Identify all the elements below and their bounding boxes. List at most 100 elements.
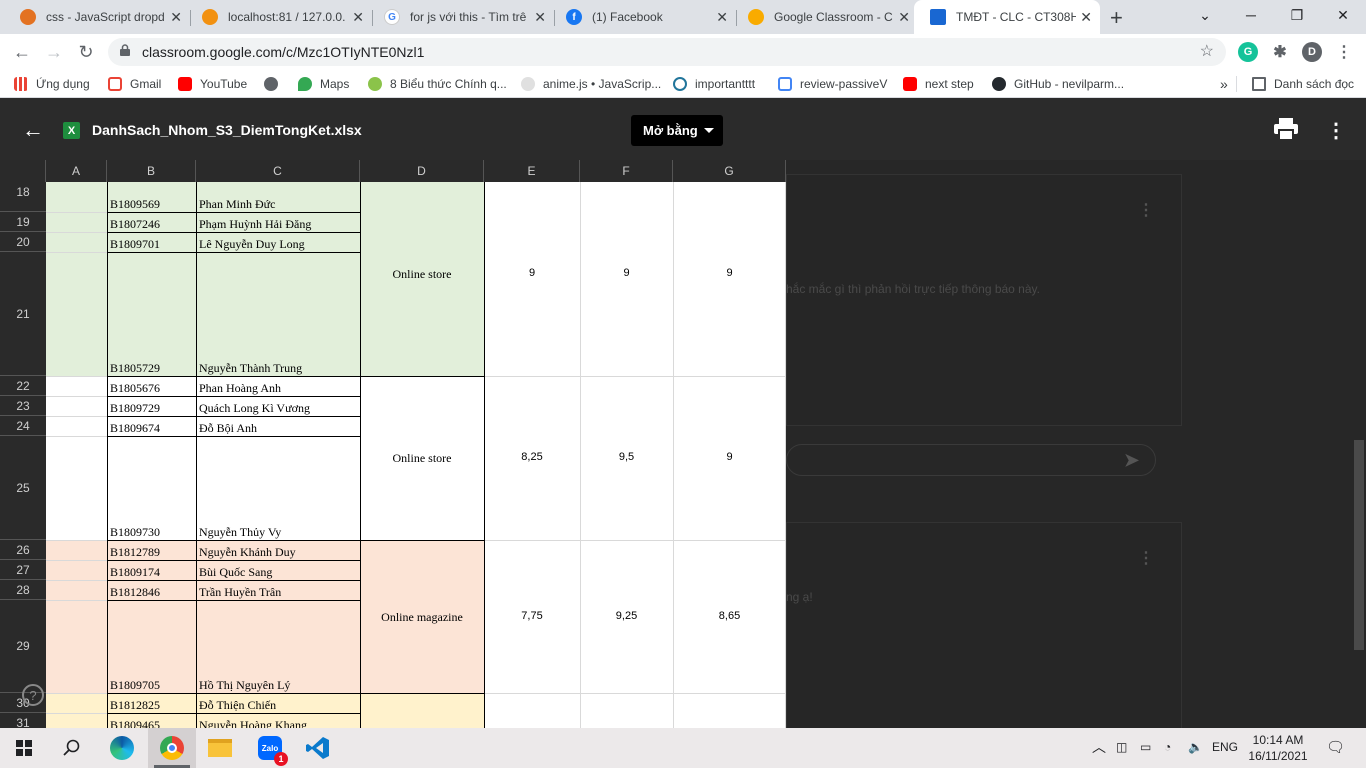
reading-list-button[interactable]: Danh sách đọc	[1252, 76, 1354, 92]
bookmark-youtube[interactable]: YouTube	[178, 76, 247, 92]
grid-line	[46, 396, 107, 397]
extensions-puzzle-icon[interactable]: ✱	[1270, 42, 1290, 62]
close-window-button[interactable]: ✕	[1320, 0, 1366, 30]
group-topic: Online store	[392, 267, 452, 281]
tab-search-icon[interactable]: ⌄	[1182, 0, 1228, 30]
minimize-button[interactable]: ─	[1228, 0, 1274, 30]
bookmark-maps[interactable]: Maps	[298, 76, 349, 92]
restore-button[interactable]: ❐	[1274, 0, 1320, 30]
bookmark-review[interactable]: review-passiveV	[778, 76, 887, 92]
open-with-button[interactable]: Mở bằng	[631, 115, 723, 146]
column-border	[484, 182, 485, 728]
print-icon[interactable]	[1274, 118, 1298, 140]
close-tab-icon[interactable]: ✕	[898, 9, 910, 26]
bookmark-important[interactable]: importantttt	[673, 76, 755, 92]
more-options-icon[interactable]: ⋮	[1326, 118, 1346, 143]
student-name: Lê Nguyễn Duy Long	[199, 237, 305, 251]
url-text: classroom.google.com/c/Mzc1OTIyNTE0Nzl1	[142, 44, 425, 60]
meet-icon[interactable]: ◫	[1116, 740, 1127, 754]
dropdown-caret-icon	[704, 128, 714, 133]
browser-tab-active[interactable]: TMĐT - CLC - CT308H ✕	[914, 0, 1100, 34]
browser-tab-strip: css - JavaScript dropd ✕ localhost:81 / …	[0, 0, 1366, 34]
bookmark-nextstep[interactable]: next step	[903, 76, 974, 92]
student-id: B1805729	[110, 361, 161, 375]
bookmark-label: review-passiveV	[800, 77, 888, 91]
column-header-f: F	[580, 160, 673, 182]
bookmark-github[interactable]: GitHub - nevilparm...	[992, 76, 1124, 92]
file-explorer-icon[interactable]	[196, 728, 244, 768]
help-icon[interactable]: ?	[22, 684, 44, 706]
edge-icon[interactable]	[98, 728, 146, 768]
more-vert-icon: ⋮	[1138, 202, 1154, 219]
page-scrollbar[interactable]	[1354, 440, 1364, 650]
battery-icon[interactable]: ▭	[1140, 740, 1151, 754]
new-tab-button[interactable]: +	[1110, 5, 1123, 31]
student-name: Nguyễn Khánh Duy	[199, 545, 296, 559]
comment-input	[786, 444, 1156, 476]
chevron-up-icon[interactable]: ︿	[1092, 737, 1106, 757]
bookmark-globe[interactable]	[264, 76, 286, 92]
group-topic: Online store	[392, 451, 452, 465]
vscode-icon[interactable]	[294, 728, 342, 768]
student-name: Đỗ Thiện Chiến	[199, 698, 277, 712]
leaf-icon	[368, 77, 382, 91]
browser-toolbar: ← → ↻ classroom.google.com/c/Mzc1OTIyNTE…	[0, 34, 1366, 70]
chrome-icon[interactable]	[148, 728, 196, 768]
grammarly-icon[interactable]: G	[1238, 42, 1258, 62]
more-vert-icon: ⋮	[1138, 550, 1154, 567]
language-indicator[interactable]: ENG	[1212, 740, 1238, 754]
zalo-icon[interactable]: Zalo 1	[246, 728, 294, 768]
back-arrow-icon[interactable]: ←	[22, 117, 44, 143]
close-tab-icon[interactable]: ✕	[1080, 9, 1092, 26]
student-name: Nguyễn Hoàng Khang	[199, 718, 307, 728]
row-header: 21	[0, 252, 46, 376]
address-bar[interactable]: classroom.google.com/c/Mzc1OTIyNTE0Nzl1 …	[108, 38, 1226, 66]
browser-tab[interactable]: css - JavaScript dropd ✕	[4, 0, 190, 34]
volume-icon[interactable]: 🔈	[1188, 740, 1203, 754]
bookmark-label: next step	[925, 77, 974, 91]
close-tab-icon[interactable]: ✕	[716, 9, 728, 26]
browser-tab[interactable]: f (1) Facebook ✕	[550, 0, 736, 34]
more-bookmarks-button[interactable]: »	[1220, 76, 1228, 92]
wifi-icon[interactable]: ◔	[1164, 740, 1171, 754]
student-name: Đỗ Bội Anh	[199, 421, 258, 435]
score-g: 9	[726, 267, 733, 279]
bookmark-gmail[interactable]: Gmail	[108, 76, 161, 92]
browser-menu-icon[interactable]: ⋮	[1334, 42, 1354, 62]
browser-tab[interactable]: Google Classroom - C ✕	[732, 0, 918, 34]
row-header: 19	[0, 212, 46, 232]
row-border	[107, 416, 360, 417]
bookmark-animejs[interactable]: anime.js • JavaScrip...	[521, 76, 661, 92]
student-name: Phạm Huỳnh Hải Đăng	[199, 217, 312, 231]
bookmark-star-icon[interactable]: ☆	[1200, 41, 1214, 61]
back-arrow-icon[interactable]: ←	[9, 40, 35, 64]
windows-start-icon[interactable]	[0, 728, 48, 768]
profile-avatar[interactable]: D	[1302, 42, 1322, 62]
google-forms-icon	[778, 77, 792, 91]
student-name: Trần Huyền Trân	[199, 585, 282, 599]
close-tab-icon[interactable]: ✕	[352, 9, 364, 26]
notification-badge: 1	[274, 752, 288, 766]
bookmark-regex[interactable]: 8 Biểu thức Chính q...	[368, 76, 507, 92]
score-f: 9	[623, 267, 630, 279]
forward-arrow-icon[interactable]: →	[41, 40, 67, 64]
notifications-icon[interactable]: 🗨	[1326, 738, 1345, 756]
row-border	[107, 693, 360, 694]
announcement-text: ng ạ!	[786, 590, 813, 604]
grid-line	[46, 252, 107, 253]
reload-icon[interactable]: ↻	[73, 40, 99, 64]
google-icon: G	[384, 9, 400, 25]
bookmark-apps[interactable]: Ứng dụng	[14, 76, 90, 92]
column-header-g: G	[673, 160, 786, 182]
student-name: Bùi Quốc Sang	[199, 565, 273, 579]
browser-tab[interactable]: G for js với this - Tìm trê ✕	[368, 0, 554, 34]
student-id: B1809465	[110, 718, 161, 728]
spreadsheet-preview: ABCDEFG 181920212223242526272829303132 O…	[0, 160, 786, 728]
close-tab-icon[interactable]: ✕	[170, 9, 182, 26]
search-icon[interactable]	[48, 728, 96, 768]
browser-tab[interactable]: localhost:81 / 127.0.0. ✕	[186, 0, 372, 34]
close-tab-icon[interactable]: ✕	[534, 9, 546, 26]
column-header-b: B	[107, 160, 196, 182]
clock[interactable]: 10:14 AM 16/11/2021	[1244, 732, 1312, 764]
bookmark-label: Maps	[320, 77, 350, 91]
